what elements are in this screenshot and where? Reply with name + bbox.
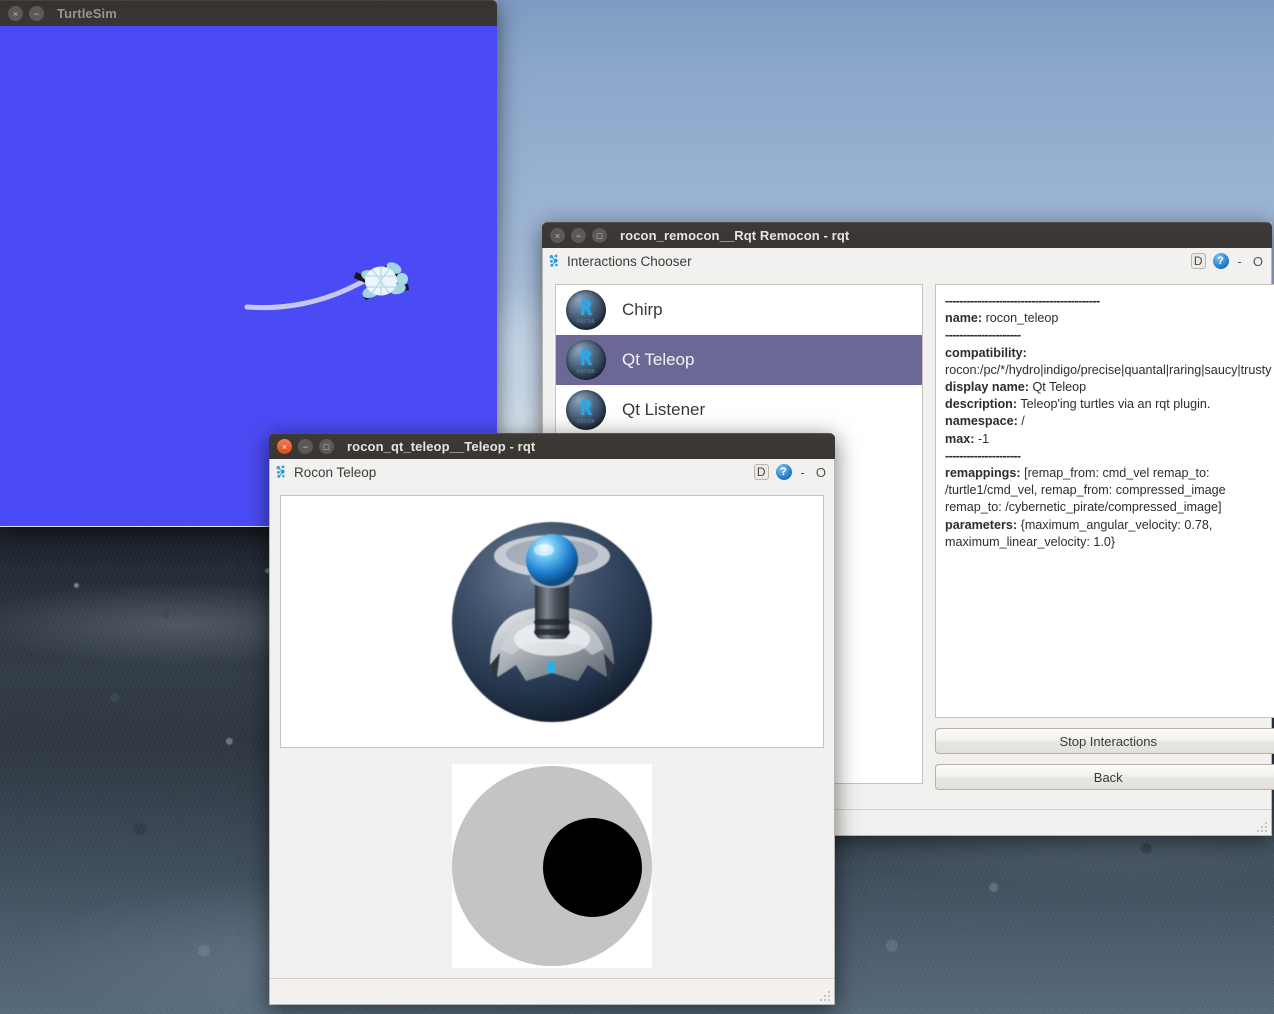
detail-row-remappings: remappings: [remap_from: cmd_vel remap_t… <box>945 465 1271 517</box>
detail-key: remappings: <box>945 466 1021 481</box>
teleop-plugin-minimize-button[interactable]: - <box>799 465 807 480</box>
detail-key: compatibility: <box>945 345 1027 360</box>
detail-rule-short-2: --------------------- <box>945 448 1021 463</box>
remocon-plugin-minimize-button[interactable]: - <box>1236 254 1244 269</box>
teleop-pad-cursor[interactable] <box>543 818 642 917</box>
turtlesim-titlebar[interactable]: × − TurtleSim <box>0 0 497 26</box>
detail-row-compatibility: compatibility: rocon:/pc/*/hydro|indigo/… <box>945 345 1271 379</box>
teleop-dock-button[interactable]: D <box>753 464 769 480</box>
remocon-dock-button[interactable]: D <box>1190 253 1206 269</box>
teleop-image-frame <box>280 495 824 748</box>
detail-value: Teleop'ing turtles via an rqt plugin. <box>1017 397 1211 412</box>
teleop-minimize-button[interactable]: − <box>298 439 313 454</box>
ros-logo-icon <box>276 465 285 478</box>
teleop-plugin-bar: Rocon Teleop D ? - O <box>270 459 834 485</box>
remocon-help-button[interactable]: ? <box>1212 253 1229 269</box>
teleop-resize-grip[interactable] <box>818 989 830 1001</box>
list-item-label: Qt Listener <box>622 400 706 419</box>
detail-row-display-name: display name: Qt Teleop <box>945 379 1271 396</box>
remocon-plugin-bar: Interactions Chooser D ? - O <box>543 248 1271 274</box>
remocon-title: rocon_remocon__Rqt Remocon - rqt <box>620 228 850 243</box>
teleop-plugin-title: Rocon Teleop <box>294 464 377 480</box>
stop-interactions-button[interactable]: Stop Interactions <box>935 728 1274 754</box>
teleop-maximize-button[interactable]: □ <box>319 439 334 454</box>
detail-value: rocon:/pc/*/hydro|indigo/precise|quantal… <box>945 362 1272 377</box>
detail-value: -1 <box>974 431 990 446</box>
detail-rule-short: --------------------- <box>945 328 1021 343</box>
remocon-plugin-actions: D ? - O <box>1190 253 1265 269</box>
remocon-plugin-close-button[interactable]: O <box>1251 254 1265 269</box>
ros-logo-icon <box>549 254 558 267</box>
turtlesim-minimize-button[interactable]: − <box>29 6 44 21</box>
remocon-close-button[interactable]: × <box>550 228 565 243</box>
teleop-body: Rocon Teleop D ? - O <box>269 459 835 1005</box>
back-button[interactable]: Back <box>935 764 1274 790</box>
teleop-close-button[interactable]: × <box>277 439 292 454</box>
joystick-image <box>452 521 652 722</box>
remocon-plugin-title: Interactions Chooser <box>567 253 692 269</box>
rocon-app-icon: R ROCON <box>566 390 606 430</box>
teleop-help-button[interactable]: ? <box>775 464 792 480</box>
remocon-titlebar[interactable]: × − □ rocon_remocon__Rqt Remocon - rqt <box>542 222 1272 248</box>
teleop-window[interactable]: × − □ rocon_qt_teleop__Teleop - rqt Roco… <box>269 433 835 1005</box>
detail-key: name: <box>945 311 983 326</box>
detail-rule-long: ----------------------------------------… <box>945 294 1100 308</box>
detail-key: display name: <box>945 380 1029 395</box>
list-item-label: Chirp <box>622 300 663 319</box>
teleop-direction-pad[interactable] <box>452 764 652 968</box>
teleop-title: rocon_qt_teleop__Teleop - rqt <box>347 439 536 454</box>
remocon-right-column: --------------------- -------------------… <box>935 284 1274 790</box>
rocon-app-icon: R ROCON <box>566 340 606 380</box>
list-item[interactable]: R ROCON Qt Teleop <box>556 335 922 385</box>
remocon-maximize-button[interactable]: □ <box>592 228 607 243</box>
teleop-plugin-close-button[interactable]: O <box>814 465 828 480</box>
remocon-minimize-button[interactable]: − <box>571 228 586 243</box>
teleop-plugin-actions: D ? - O <box>753 464 828 480</box>
turtlesim-close-button[interactable]: × <box>8 6 23 21</box>
list-item[interactable]: R ROCON Chirp <box>556 285 922 335</box>
interaction-details-pane: --------------------- -------------------… <box>935 284 1274 718</box>
detail-row-max: max: -1 <box>945 431 1271 448</box>
detail-row-name: name: rocon_teleop <box>945 310 1271 327</box>
teleop-titlebar[interactable]: × − □ rocon_qt_teleop__Teleop - rqt <box>269 433 835 459</box>
detail-key: parameters: <box>945 517 1018 532</box>
remocon-resize-grip[interactable] <box>1255 820 1267 832</box>
detail-value: / <box>1017 414 1025 429</box>
turtlesim-title: TurtleSim <box>57 6 117 21</box>
turtle-sprite <box>354 262 409 300</box>
detail-row-description: description: Teleop'ing turtles via an r… <box>945 396 1271 413</box>
detail-value: rocon_teleop <box>982 311 1059 326</box>
detail-row-parameters: parameters: {maximum_angular_velocity: 0… <box>945 517 1271 551</box>
teleop-statusbar <box>270 978 834 1004</box>
detail-key: description: <box>945 397 1018 412</box>
list-item[interactable]: R ROCON Qt Listener <box>556 385 922 435</box>
list-item-label: Qt Teleop <box>622 350 695 369</box>
detail-key: namespace: <box>945 414 1018 429</box>
detail-value: Qt Teleop <box>1029 380 1087 395</box>
rocon-app-icon: R ROCON <box>566 290 606 330</box>
detail-row-namespace: namespace: / <box>945 413 1271 430</box>
detail-key: max: <box>945 431 975 446</box>
